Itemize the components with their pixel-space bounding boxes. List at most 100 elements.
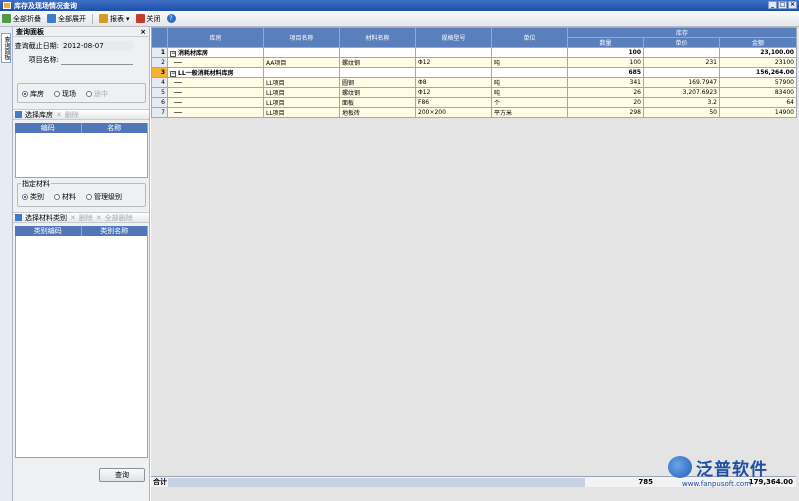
cell-project: LL项目 <box>263 97 340 108</box>
col-category-name: 类别名称 <box>82 226 148 236</box>
table-row[interactable]: 7 LL项目 地板砖 200×200 平方米 298 50 14900 <box>151 107 797 118</box>
date-row: 查询截止日期: 2012-08-07 <box>13 40 149 51</box>
cell-amount: 83400 <box>719 87 797 98</box>
table-row[interactable]: 5 LL项目 螺纹钢 Φ12 吨 26 3,207.6923 83400 <box>151 87 797 98</box>
date-field[interactable]: 2012-08-07 <box>61 40 133 51</box>
cell-spec: F86 <box>415 97 492 108</box>
expand-all-button[interactable]: 全部折叠 <box>2 14 41 24</box>
radio-category-label: 类别 <box>30 193 44 201</box>
report-button[interactable]: 报表 ▾ <box>99 14 130 24</box>
cell-warehouse <box>167 87 264 98</box>
cell-warehouse: − LL一般消耗材料库房 <box>167 67 264 78</box>
project-field[interactable] <box>61 55 133 65</box>
close-button[interactable]: 关闭 <box>135 14 161 24</box>
radio-category[interactable]: 类别 <box>22 192 44 202</box>
tree-line <box>174 62 182 63</box>
cell-unit: 吨 <box>491 57 568 68</box>
radio-dot-icon <box>86 91 92 97</box>
expand-all-icon <box>47 14 56 23</box>
table-row[interactable]: 3 − LL一般消耗材料库房 685 156,264.00 <box>151 67 797 78</box>
tree-collapse-icon[interactable]: − <box>170 71 176 77</box>
report-icon <box>99 14 108 23</box>
result-area: 库房 项目名称 材料名称 规格型号 单位 库存 数量 单价 金额 1 − 消耗材库… <box>151 27 799 501</box>
header-spec[interactable]: 规格型号 <box>415 27 492 48</box>
toolbar: 全部折叠 全部展开 报表 ▾ 关闭 ? <box>0 11 799 27</box>
table-row[interactable]: 4 LL项目 圆钢 Φ8 吨 341 169.7947 57900 <box>151 77 797 88</box>
radio-management-level-label: 管理级别 <box>94 193 122 201</box>
minimize-button[interactable]: _ <box>768 1 777 9</box>
radio-in-transit-label: 途中 <box>94 90 108 98</box>
header-amount[interactable]: 金额 <box>719 37 797 48</box>
window-title: 库存及现场情况查询 <box>14 1 77 10</box>
query-button[interactable]: 查询 <box>99 468 145 482</box>
header-unit[interactable]: 单位 <box>491 27 568 48</box>
project-row: 项目名称: <box>13 54 149 65</box>
delete-category-button: 删除 <box>78 213 93 222</box>
cell-spec: 200×200 <box>415 107 492 118</box>
warehouse-grid[interactable] <box>15 133 148 178</box>
row-number: 2 <box>151 57 168 68</box>
cell-project <box>263 47 340 58</box>
help-button[interactable]: ? <box>166 14 176 23</box>
total-qty: 785 <box>638 478 653 486</box>
cell-material <box>339 47 416 58</box>
brand-logo: 泛普软件 www.fanpusoft.com <box>668 453 796 493</box>
footer-spacer <box>168 477 585 487</box>
close-icon <box>135 14 145 23</box>
total-label: 合计 <box>153 478 167 486</box>
cell-amount: 23,100.00 <box>719 47 797 58</box>
cell-warehouse <box>167 107 264 118</box>
cell-unit: 平方米 <box>491 107 568 118</box>
table-row[interactable]: 6 LL项目 面板 F86 个 20 3.2 64 <box>151 97 797 108</box>
header-stock: 库存 <box>567 27 797 38</box>
category-subtoolbar: 选择材料类别 ✕ 删除 ✕ 全部删除 <box>13 212 149 223</box>
cell-spec: Φ8 <box>415 77 492 88</box>
maximize-button[interactable]: □ <box>778 1 787 9</box>
cell-spec <box>415 47 492 58</box>
close-label: 关闭 <box>146 14 161 23</box>
delete-all-button: 全部删除 <box>104 213 133 222</box>
header-project[interactable]: 项目名称 <box>263 27 340 48</box>
cell-spec: Φ12 <box>415 87 492 98</box>
radio-warehouse[interactable]: 库房 <box>22 89 44 99</box>
header-material[interactable]: 材料名称 <box>339 27 416 48</box>
select-warehouse-button[interactable]: 选择库房 <box>25 110 53 120</box>
radio-management-level[interactable]: 管理级别 <box>86 192 122 202</box>
tab-query-panel[interactable]: 查询面板 <box>1 33 11 63</box>
category-grid[interactable] <box>15 236 148 458</box>
row-number: 5 <box>151 87 168 98</box>
select-category-button[interactable]: 选择材料类别 <box>25 213 67 223</box>
warehouse-name: LL一般消耗材料库房 <box>178 70 234 77</box>
header-warehouse[interactable]: 库房 <box>167 27 264 48</box>
panel-close-icon[interactable]: × <box>140 28 146 36</box>
close-window-button[interactable]: × <box>788 1 797 9</box>
header-qty[interactable]: 数量 <box>567 37 644 48</box>
cell-warehouse <box>167 57 264 68</box>
tree-line <box>174 102 182 103</box>
row-number: 6 <box>151 97 168 108</box>
radio-material[interactable]: 材料 <box>54 192 76 202</box>
header-price[interactable]: 单价 <box>643 37 720 48</box>
cell-price: 50 <box>643 107 720 118</box>
radio-dot-icon <box>54 194 60 200</box>
category-grid-header: 类别编码 类别名称 <box>15 226 148 236</box>
cell-price <box>643 67 720 78</box>
collapse-all-icon <box>2 14 11 23</box>
cell-warehouse: − 消耗材库房 <box>167 47 264 58</box>
cell-qty: 298 <box>567 107 644 118</box>
cell-qty: 20 <box>567 97 644 108</box>
cell-material: 螺纹钢 <box>339 87 416 98</box>
collapse-all-button[interactable]: 全部展开 <box>47 14 86 24</box>
table-row[interactable]: 2 AA项目 螺纹钢 Φ12 吨 100 231 23100 <box>151 57 797 68</box>
table-row[interactable]: 1 − 消耗材库房 100 23,100.00 <box>151 47 797 58</box>
tree-collapse-icon[interactable]: − <box>170 51 176 57</box>
title-bar: 库存及现场情况查询 _ □ × <box>0 0 799 11</box>
col-name: 名称 <box>82 123 148 133</box>
radio-dot-icon <box>22 91 28 97</box>
app-icon <box>3 2 11 9</box>
cell-qty: 100 <box>567 47 644 58</box>
query-panel: 查询面板 × 查询截止日期: 2012-08-07 项目名称: 库房 现场 途中 <box>13 27 150 501</box>
cell-material: 地板砖 <box>339 107 416 118</box>
cell-amount: 156,264.00 <box>719 67 797 78</box>
radio-site[interactable]: 现场 <box>54 89 76 99</box>
